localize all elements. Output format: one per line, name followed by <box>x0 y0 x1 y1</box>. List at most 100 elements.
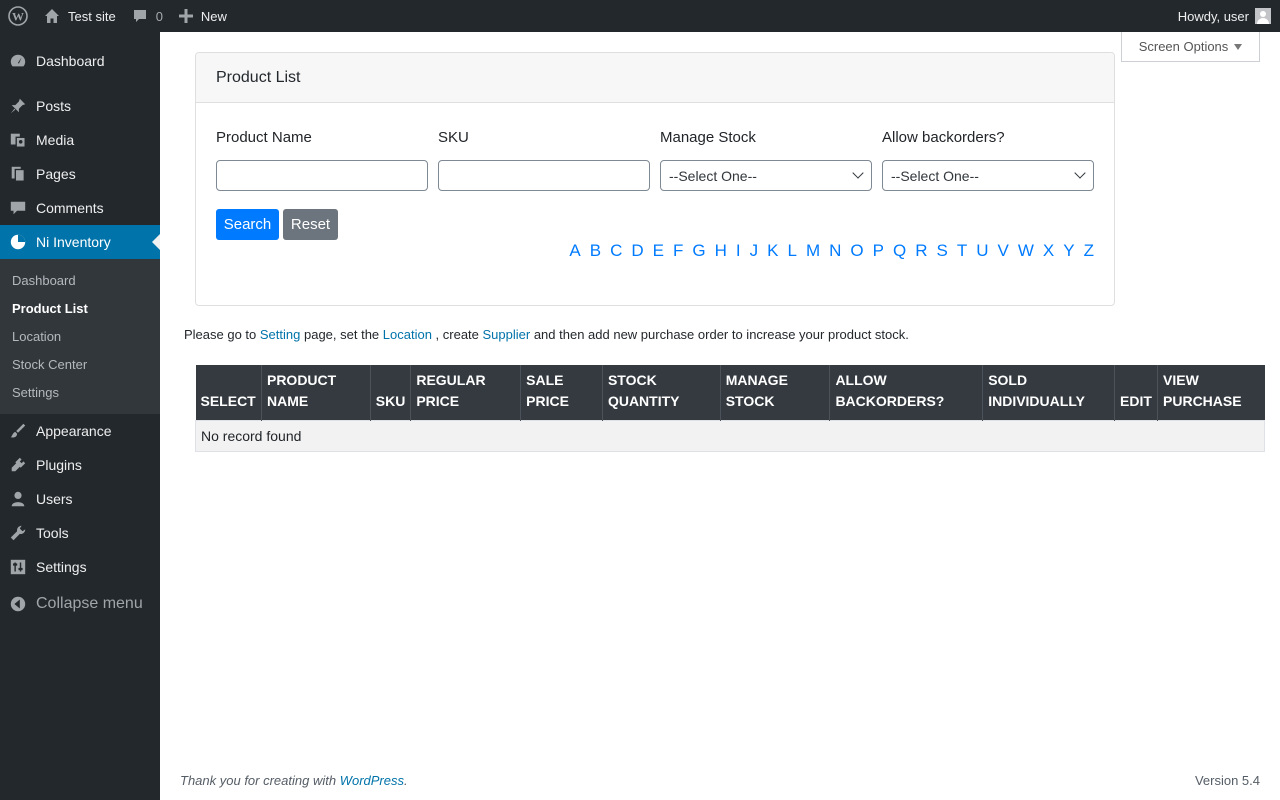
column-header-sku: SKU <box>370 365 412 421</box>
pin-icon <box>0 97 36 115</box>
menu-item-posts[interactable]: Posts <box>0 89 160 123</box>
letter-link-c[interactable]: C <box>610 241 622 261</box>
letter-link-k[interactable]: K <box>767 241 778 261</box>
product-table: SELECT PRODUCT NAME SKU REGULAR PRICE SALE… <box>195 365 1265 452</box>
setup-instructions: Please go to Setting page, set the Locat… <box>184 327 909 342</box>
instruction-text: Please go to <box>184 327 260 342</box>
letter-link-w[interactable]: W <box>1018 241 1034 261</box>
menu-label: Comments <box>36 200 104 216</box>
avatar <box>1255 8 1271 24</box>
sku-label: SKU <box>438 129 469 146</box>
menu-item-appearance[interactable]: Appearance <box>0 414 160 448</box>
letter-link-s[interactable]: S <box>937 241 948 261</box>
comment-bubble-icon <box>132 8 148 24</box>
supplier-link[interactable]: Supplier <box>483 327 531 342</box>
menu-item-plugins[interactable]: Plugins <box>0 448 160 482</box>
letter-link-d[interactable]: D <box>631 241 643 261</box>
collapse-menu-button[interactable]: Collapse menu <box>0 586 160 622</box>
letter-link-q[interactable]: Q <box>893 241 906 261</box>
admin-footer: Thank you for creating with WordPress. V… <box>180 773 1260 788</box>
manage-stock-label: Manage Stock <box>660 129 756 146</box>
submenu-product-list[interactable]: Product List <box>0 294 160 322</box>
admin-bar: W Test site 0 New Howdy, user <box>0 0 1280 32</box>
footer-thanks: Thank you for creating with WordPress. <box>180 773 408 788</box>
comments-count: 0 <box>155 8 163 24</box>
home-icon <box>44 8 60 24</box>
letter-link-p[interactable]: P <box>873 241 884 261</box>
letter-link-r[interactable]: R <box>915 241 927 261</box>
dashboard-icon <box>0 52 36 70</box>
submenu-location[interactable]: Location <box>0 322 160 350</box>
backorders-selected: --Select One-- <box>891 167 979 184</box>
comment-icon <box>0 199 36 217</box>
reset-button[interactable]: Reset <box>283 209 338 240</box>
menu-item-users[interactable]: Users <box>0 482 160 516</box>
column-header-view-purchase: VIEW PURCHASE <box>1157 365 1265 421</box>
menu-item-tools[interactable]: Tools <box>0 516 160 550</box>
new-content-link[interactable]: New <box>171 0 235 32</box>
menu-item-settings[interactable]: Settings <box>0 550 160 584</box>
manage-stock-select[interactable]: --Select One-- <box>660 160 872 191</box>
letter-link-n[interactable]: N <box>829 241 841 261</box>
wordpress-link[interactable]: WordPress <box>340 773 404 788</box>
search-button[interactable]: Search <box>216 209 279 240</box>
menu-item-dashboard[interactable]: Dashboard <box>0 44 160 78</box>
letter-link-u[interactable]: U <box>976 241 988 261</box>
ni-inventory-submenu: Dashboard Product List Location Stock Ce… <box>0 259 160 414</box>
table-row: No record found <box>195 420 1265 452</box>
user-icon <box>0 490 36 508</box>
comments-link[interactable]: 0 <box>124 0 171 32</box>
wrench-icon <box>0 524 36 542</box>
letter-link-g[interactable]: G <box>692 241 705 261</box>
backorders-field-group: Allow backorders? --Select One-- <box>882 129 1094 191</box>
column-header-select: SELECT <box>195 365 262 421</box>
product-name-input[interactable] <box>216 160 428 191</box>
menu-label: Dashboard <box>36 53 105 69</box>
chevron-down-icon <box>852 167 864 179</box>
site-name: Test site <box>68 8 116 24</box>
backorders-select[interactable]: --Select One-- <box>882 160 1094 191</box>
setting-link[interactable]: Setting <box>260 327 300 342</box>
manage-stock-field-group: Manage Stock --Select One-- <box>660 129 872 191</box>
letter-link-z[interactable]: Z <box>1084 241 1094 261</box>
chevron-down-icon <box>1074 167 1086 179</box>
site-name-link[interactable]: Test site <box>36 0 124 32</box>
letter-link-o[interactable]: O <box>850 241 863 261</box>
menu-label: Appearance <box>36 423 112 439</box>
plug-icon <box>0 456 36 474</box>
letter-link-a[interactable]: A <box>569 241 580 261</box>
pages-icon <box>0 165 36 183</box>
user-account-menu[interactable]: Howdy, user <box>1170 0 1280 32</box>
letter-link-y[interactable]: Y <box>1063 241 1074 261</box>
product-name-label: Product Name <box>216 129 312 146</box>
wordpress-logo-icon[interactable]: W <box>0 0 36 32</box>
column-header-sale-price: SALE PRICE <box>520 365 603 421</box>
screen-options-button[interactable]: Screen Options <box>1121 32 1260 62</box>
menu-item-pages[interactable]: Pages <box>0 157 160 191</box>
menu-item-ni-inventory[interactable]: Ni Inventory <box>0 225 160 259</box>
letter-link-t[interactable]: T <box>957 241 967 261</box>
menu-label: Plugins <box>36 457 82 473</box>
letter-link-j[interactable]: J <box>750 241 759 261</box>
empty-table-message: No record found <box>195 420 1265 452</box>
new-label: New <box>200 8 227 24</box>
letter-link-x[interactable]: X <box>1043 241 1054 261</box>
letter-link-f[interactable]: F <box>673 241 683 261</box>
letter-link-v[interactable]: V <box>998 241 1009 261</box>
letter-link-e[interactable]: E <box>653 241 664 261</box>
submenu-dashboard[interactable]: Dashboard <box>0 266 160 294</box>
sku-input[interactable] <box>438 160 650 191</box>
column-header-regular-price: REGULAR PRICE <box>410 365 522 421</box>
submenu-settings[interactable]: Settings <box>0 378 160 406</box>
location-link[interactable]: Location <box>383 327 432 342</box>
letter-link-b[interactable]: B <box>590 241 601 261</box>
letter-link-i[interactable]: I <box>736 241 741 261</box>
menu-item-media[interactable]: Media <box>0 123 160 157</box>
menu-item-comments[interactable]: Comments <box>0 191 160 225</box>
version-text: Version 5.4 <box>1194 773 1260 788</box>
letter-link-l[interactable]: L <box>788 241 797 261</box>
letter-link-m[interactable]: M <box>806 241 820 261</box>
letter-link-h[interactable]: H <box>715 241 727 261</box>
submenu-stock-center[interactable]: Stock Center <box>0 350 160 378</box>
sliders-icon <box>0 558 36 576</box>
